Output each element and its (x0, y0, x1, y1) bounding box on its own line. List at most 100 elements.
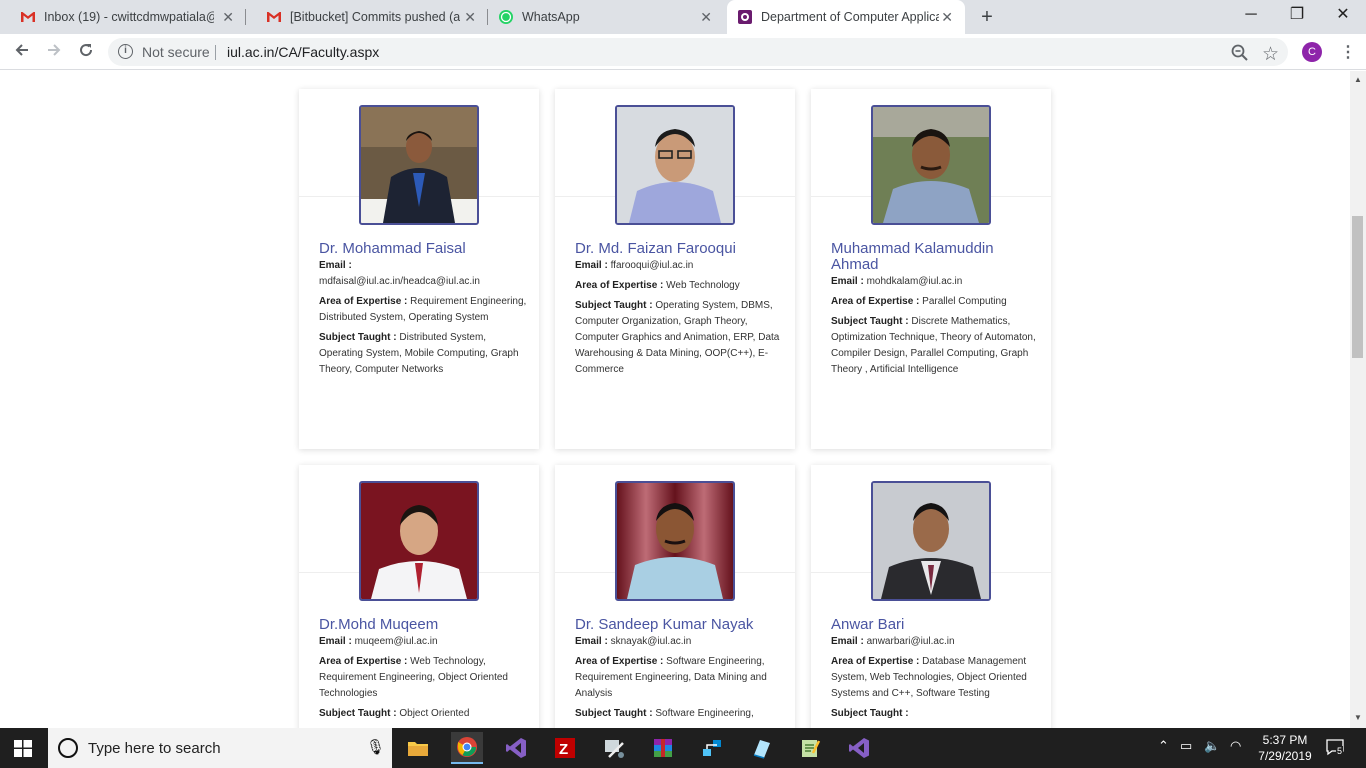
bookmark-star-icon[interactable]: ☆ (1262, 43, 1279, 66)
browser-tab-strip: Inbox (19) - cwittcdmwpatiala@gmail.com … (0, 0, 1366, 34)
battery-icon[interactable]: ▭ (1180, 738, 1192, 754)
wifi-icon[interactable]: ◠ (1230, 738, 1241, 754)
svg-text:Z: Z (559, 741, 568, 758)
expertise-row: Area of Expertise : Database Management … (831, 656, 1027, 699)
faculty-name: Muhammad Kalamuddin Ahmad (831, 240, 994, 273)
notepad-icon[interactable] (745, 732, 777, 764)
faculty-name: Dr. Mohammad Faisal (319, 240, 466, 257)
email-link[interactable]: muqeem@iul.ac.in (355, 636, 438, 647)
subjects-row: Subject Taught : (831, 708, 909, 719)
faculty-name: Dr. Sandeep Kumar Nayak (575, 616, 754, 633)
visual-studio-icon[interactable] (500, 732, 532, 764)
faculty-card: Dr. Sandeep Kumar Nayak Email : sknayak@… (555, 465, 795, 728)
maximize-button[interactable]: ❐ (1274, 0, 1320, 32)
email-link[interactable]: anwarbari@iul.ac.in (867, 636, 955, 647)
winrar-icon[interactable] (647, 732, 679, 764)
email-link[interactable]: ffarooqui@iul.ac.in (611, 260, 694, 271)
subjects-row: Subject Taught : Software Engineering, (575, 708, 754, 719)
url-text[interactable]: iul.ac.in/CA/Faculty.aspx (227, 44, 379, 60)
file-explorer-icon[interactable] (402, 732, 434, 764)
faculty-card: Dr. Mohammad Faisal Email : mdfaisal@iul.… (299, 89, 539, 449)
subjects-row: Subject Taught : Operating System, DBMS,… (575, 300, 780, 375)
taskbar-search-box[interactable]: Type here to search 🎙 (48, 728, 392, 768)
gmail-icon (20, 9, 36, 25)
faculty-photo (615, 105, 735, 225)
notification-center-icon[interactable]: 5 (1326, 738, 1344, 756)
close-icon[interactable]: ✕ (222, 10, 234, 24)
email-row: Email : anwarbari@iul.ac.in (831, 636, 955, 647)
security-status[interactable]: Not secure (142, 44, 210, 60)
scrollbar-thumb[interactable] (1352, 216, 1363, 358)
tab-whatsapp[interactable]: WhatsApp ✕ (488, 0, 724, 34)
faculty-card: Dr. Md. Faizan Farooqui Email : ffarooqu… (555, 89, 795, 449)
forward-button[interactable] (42, 40, 66, 64)
email-row: Email : mdfaisal@iul.ac.in/headca@iul.ac.… (319, 260, 480, 287)
volume-icon[interactable]: 🔈 (1204, 738, 1220, 754)
browser-toolbar: i Not secure iul.ac.in/CA/Faculty.aspx (0, 34, 1366, 70)
email-row: Email : sknayak@iul.ac.in (575, 636, 692, 647)
email-link[interactable]: mdfaisal@iul.ac.in/headca@iul.ac.in (319, 276, 480, 287)
profile-avatar[interactable]: C (1302, 42, 1322, 62)
faculty-photo (615, 481, 735, 601)
subjects-row: Subject Taught : Discrete Mathematics, O… (831, 316, 1036, 375)
expertise-row: Area of Expertise : Web Technology, Requ… (319, 656, 508, 699)
new-tab-button[interactable]: + (976, 6, 998, 28)
arrow-right-icon (48, 44, 61, 56)
clock-time: 5:37 PM (1262, 733, 1308, 747)
info-icon[interactable]: i (118, 44, 133, 59)
faculty-card: Muhammad Kalamuddin Ahmad Email : mohdka… (811, 89, 1051, 449)
expertise-row: Area of Expertise : Software Engineering… (575, 656, 767, 699)
email-row: Email : ffarooqui@iul.ac.in (575, 260, 694, 271)
faculty-name: Anwar Bari (831, 616, 905, 633)
microphone-icon[interactable]: 🎙 (366, 738, 385, 756)
taskbar-clock[interactable]: 5:37 PM 7/29/2019 (1250, 732, 1320, 764)
close-icon[interactable]: ✕ (700, 10, 712, 24)
whatsapp-icon (498, 9, 514, 25)
tab-title: [Bitbucket] Commits pushed (aflu (290, 10, 460, 24)
windows-taskbar: Type here to search 🎙 Z ⌃ ▭ 🔈 ◠ 5:37 PM … (0, 728, 1366, 768)
network-icon[interactable] (696, 732, 728, 764)
reload-button[interactable] (74, 40, 98, 64)
faculty-photo (871, 481, 991, 601)
email-link[interactable]: sknayak@iul.ac.in (611, 636, 692, 647)
notepad-plus-icon[interactable] (794, 732, 826, 764)
tab-title: Department of Computer Applications (761, 10, 939, 24)
tools-icon[interactable] (598, 732, 630, 764)
page-scrollbar[interactable]: ▲ ▼ (1350, 71, 1366, 728)
arrow-left-icon (15, 44, 28, 56)
email-link[interactable]: mohdkalam@iul.ac.in (867, 276, 963, 287)
tab-title: WhatsApp (522, 10, 580, 24)
close-window-button[interactable]: ✕ (1320, 0, 1366, 32)
university-icon (737, 9, 753, 25)
close-icon[interactable]: ✕ (464, 10, 476, 24)
windows-start-icon[interactable] (14, 740, 32, 757)
faculty-card: Anwar Bari Email : anwarbari@iul.ac.in A… (811, 465, 1051, 728)
chrome-icon[interactable] (451, 732, 483, 764)
tab-bitbucket[interactable]: [Bitbucket] Commits pushed (aflu ✕ (246, 0, 488, 34)
email-row: Email : muqeem@iul.ac.in (319, 636, 438, 647)
scroll-down-icon[interactable]: ▼ (1354, 713, 1362, 722)
expertise-row: Area of Expertise : Parallel Computing (831, 296, 1007, 307)
reload-icon (80, 44, 93, 57)
faculty-name: Dr. Md. Faizan Farooqui (575, 240, 736, 257)
subjects-row: Subject Taught : Object Oriented (319, 708, 470, 719)
notification-badge: 5 (1336, 746, 1344, 756)
kebab-menu-icon[interactable]: ⋮ (1340, 42, 1356, 62)
minimize-button[interactable]: ─ (1228, 0, 1274, 32)
zoom-icon[interactable] (1231, 44, 1249, 62)
address-bar[interactable]: i Not secure iul.ac.in/CA/Faculty.aspx (108, 38, 1288, 66)
back-button[interactable] (10, 40, 34, 64)
faculty-photo (871, 105, 991, 225)
close-icon[interactable]: ✕ (941, 10, 953, 24)
filezilla-icon[interactable]: Z (549, 732, 581, 764)
gmail-icon (266, 9, 282, 25)
faculty-card: Dr.Mohd Muqeem Email : muqeem@iul.ac.in … (299, 465, 539, 728)
chevron-up-icon[interactable]: ⌃ (1158, 738, 1169, 754)
tab-department-faculty[interactable]: Department of Computer Applications ✕ (727, 0, 965, 34)
expertise-row: Area of Expertise : Web Technology (575, 280, 740, 291)
scroll-up-icon[interactable]: ▲ (1354, 75, 1362, 84)
tab-gmail-inbox[interactable]: Inbox (19) - cwittcdmwpatiala@gmail.com … (0, 0, 246, 34)
faculty-name: Dr.Mohd Muqeem (319, 616, 439, 633)
visual-studio-icon[interactable] (843, 732, 875, 764)
email-row: Email : mohdkalam@iul.ac.in (831, 276, 963, 287)
